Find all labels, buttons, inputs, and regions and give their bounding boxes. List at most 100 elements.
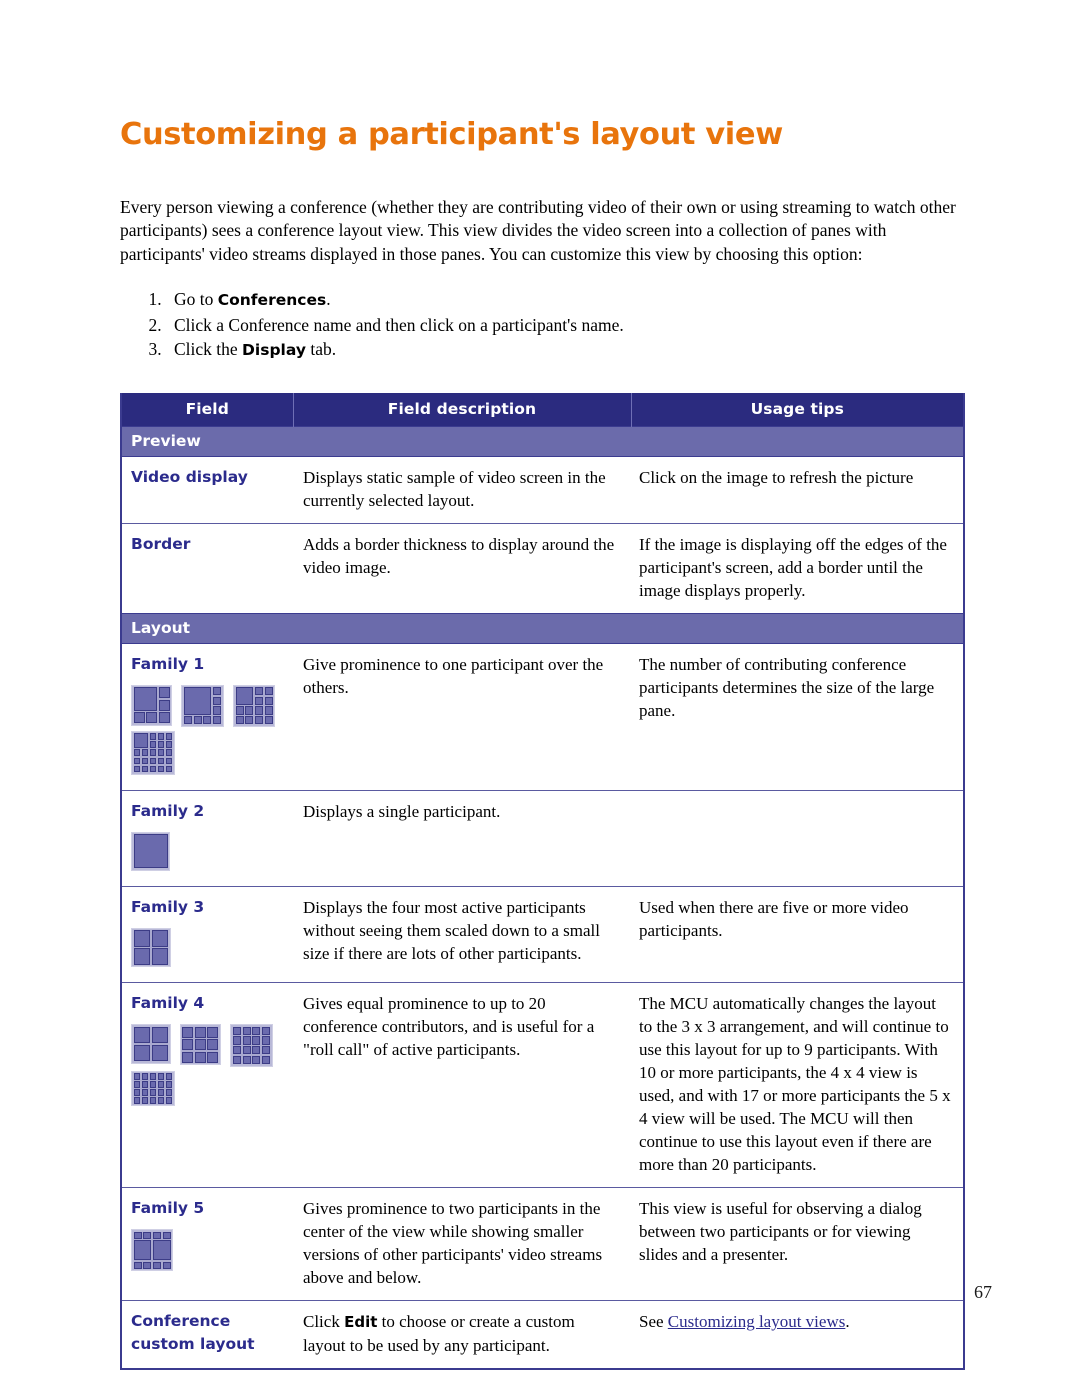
layout-icon-family4-3x3[interactable] [179, 1024, 221, 1066]
pane [212, 687, 222, 696]
pane [242, 1036, 251, 1045]
pane [183, 687, 212, 715]
pane [149, 733, 157, 740]
pane [151, 1044, 168, 1062]
pane [264, 716, 273, 725]
pane [235, 706, 244, 715]
pane [212, 716, 222, 725]
usage-tips-video-display: Click on the image to refresh the pictur… [631, 455, 964, 524]
layout-icon-family3-2x2[interactable] [131, 927, 171, 968]
layout-icon-family2-single-pane[interactable] [131, 831, 170, 871]
pane [254, 696, 264, 705]
pane [207, 1051, 219, 1063]
pane [133, 757, 141, 765]
usage-tips-conference-custom-layout: See Customizing layout views. [631, 1300, 964, 1370]
layout-icon-grid [232, 1026, 271, 1065]
pane [157, 733, 165, 740]
pane [194, 1026, 206, 1038]
pane [133, 712, 145, 724]
pane [165, 1081, 173, 1088]
table-head: Field Field description Usage tips [121, 392, 964, 427]
pane [157, 757, 165, 765]
field-cell-family-2: Family 2 [121, 789, 293, 887]
pane [261, 1055, 271, 1065]
pane [158, 699, 170, 711]
pane [254, 687, 264, 696]
pane [152, 1240, 171, 1261]
pane [165, 765, 173, 773]
pane [157, 1081, 165, 1088]
pane [165, 741, 173, 748]
layout-icon-family1-1x1-plus-5[interactable] [131, 684, 172, 726]
field-description-family-3: Displays the four most active participan… [293, 885, 631, 983]
pane [254, 706, 264, 715]
edit-keyword: Edit [344, 1313, 378, 1332]
pane [149, 1097, 157, 1104]
pane [133, 1081, 141, 1088]
pane [149, 1073, 157, 1080]
field-name-video-display: Video display [121, 455, 293, 524]
pane [212, 706, 222, 715]
page-title: Customizing a participant's layout view [120, 117, 783, 152]
intro-paragraph: Every person viewing a conference (wheth… [120, 196, 956, 264]
field-cell-family-3: Family 3 [121, 885, 293, 983]
pane [182, 1039, 194, 1051]
layout-icon-family1-large-plus-7[interactable] [181, 684, 224, 727]
pane [133, 765, 141, 773]
pane [152, 1231, 162, 1239]
pane [232, 1026, 241, 1035]
step-2-pre: Click a Conference name and then click o… [174, 314, 624, 335]
page-content: Customizing a participant's layout view … [120, 117, 965, 1371]
pane [133, 930, 150, 947]
layout-icon-grid [133, 1026, 168, 1062]
layout-icon-family5-center-two[interactable] [131, 1229, 174, 1272]
step-1-pre: Go to [174, 289, 218, 310]
layout-icon-family4-2x2[interactable] [131, 1024, 171, 1064]
desc-pre: Click [303, 1312, 345, 1332]
pane [133, 1261, 142, 1269]
pane [261, 1026, 271, 1035]
usage-tips-family-2 [631, 789, 964, 887]
table-row: Family 3 Displays the four most active p… [121, 885, 964, 983]
table-header-row: Field Field description Usage tips [121, 392, 964, 427]
pane [143, 1231, 152, 1239]
pane [194, 1039, 206, 1051]
layout-icon-family4-5x4[interactable] [131, 1070, 175, 1107]
pane [151, 930, 168, 947]
field-description-video-display: Displays static sample of video screen i… [293, 455, 631, 524]
pane [232, 1036, 241, 1045]
link-customizing-layout-views[interactable]: Customizing layout views [668, 1312, 846, 1331]
field-reference-table: Field Field description Usage tips Previ… [120, 392, 965, 1371]
layout-icon-group-family-5 [131, 1229, 289, 1275]
pane [151, 948, 168, 965]
pane [133, 1026, 150, 1044]
layout-icon-grid [133, 930, 168, 965]
step-3-bold: Display [242, 341, 306, 360]
table-row: Conference custom layout Click Edit to c… [121, 1300, 964, 1370]
pane [183, 716, 193, 725]
field-name-family-2: Family 2 [131, 801, 205, 820]
field-cell-family-4: Family 4 [121, 982, 293, 1188]
usage-tips-family-1: The number of contributing conference pa… [631, 642, 964, 791]
layout-icon-family1-large-plus-21[interactable] [131, 730, 175, 775]
layout-icon-family4-4x4[interactable] [230, 1024, 273, 1067]
layout-icon-family1-large-plus-12[interactable] [233, 684, 276, 727]
field-description-conference-custom-layout: Click Edit to choose or create a custom … [293, 1300, 631, 1370]
column-header-usage-tips: Usage tips [630, 392, 964, 427]
column-header-description: Field description [292, 392, 631, 427]
pane [151, 1026, 168, 1044]
table-row: Border Adds a border thickness to displa… [121, 522, 964, 614]
pane [235, 716, 244, 725]
step-item-2: Click a Conference name and then click o… [166, 314, 965, 338]
pane [141, 1073, 149, 1080]
pane [245, 706, 254, 715]
table-row: Family 1 Give prominence to one particip… [121, 642, 964, 791]
pane [242, 1026, 251, 1035]
pane [242, 1055, 251, 1065]
pane [141, 1097, 149, 1104]
pane [252, 1036, 261, 1045]
steps-list: Go to Conferences. Click a Conference na… [120, 288, 965, 363]
field-name-family-4: Family 4 [131, 994, 205, 1013]
pane [133, 948, 150, 965]
pane [133, 1231, 142, 1239]
